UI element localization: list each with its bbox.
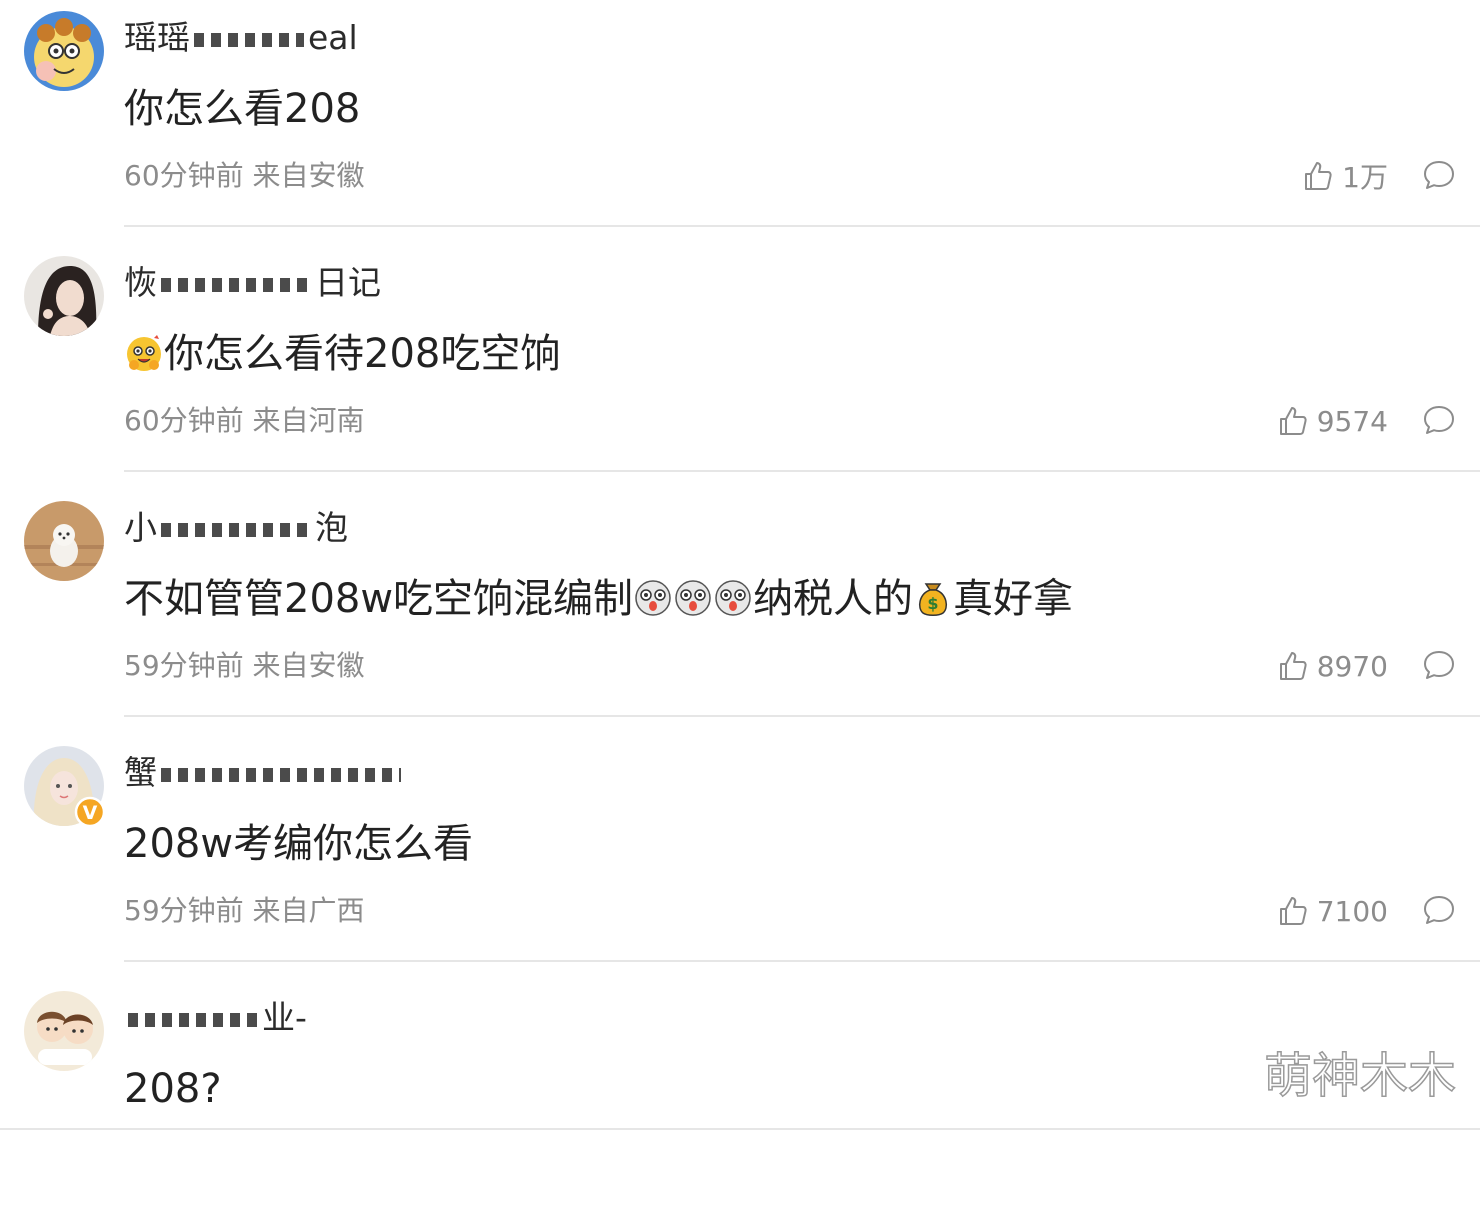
like-button[interactable]: 9574 [1277,401,1388,441]
like-count: 1万 [1342,161,1388,194]
reply-button[interactable] [1422,893,1456,931]
hug-emoji-icon [124,333,164,373]
comment-meta: 60分钟前 来自安徽 [124,156,365,196]
comment-item: 瑶瑶 eal 你怎么看208 60分钟前 来自安徽 1万 [0,0,1480,245]
reply-button[interactable] [1422,648,1456,686]
comment-text: 208? [124,1066,222,1112]
comment-bubble-icon [1424,406,1454,434]
username-redacted [161,767,401,782]
thumbs-up-icon [1279,407,1307,435]
comment-time: 59分钟前 [124,894,244,927]
comment-bubble-icon [1424,896,1454,924]
reply-button[interactable] [1422,158,1456,196]
comment-time: 59分钟前 [124,649,244,682]
username-redacted [194,32,304,47]
comment-location: 来自广西 [252,894,365,927]
username[interactable]: 瑶瑶 eal [124,18,358,58]
username[interactable]: 恢 日记 [124,263,381,303]
thumbs-up-icon [1305,162,1332,190]
comment-location: 来自安徽 [252,159,365,192]
like-count: 9574 [1316,404,1388,438]
avatar[interactable] [24,256,104,336]
username-redacted [161,277,311,292]
comment-text: 208w考编你怎么看 [124,821,474,867]
cartoon-avatar-icon [24,11,104,91]
like-button[interactable]: 8970 [1277,646,1388,686]
reply-button[interactable] [1422,403,1456,441]
dog-emoji-icon [633,578,673,618]
comment-item: 小泡 不如管管208w吃空饷混编制 纳税人的 $ 真好拿 59分钟前 来自安徽 … [0,490,1480,735]
verified-badge: V [74,796,106,832]
like-count: 7100 [1316,894,1388,928]
divider [124,715,1480,717]
username-redacted [161,522,311,537]
thumbs-up-icon [1279,652,1307,680]
comment-text-part2: 纳税人的 [753,576,914,622]
watermark: 萌神木木 [1263,1047,1457,1105]
comment-text-part3: 真好拿 [953,576,1074,622]
username[interactable]: 蟹 [124,753,405,793]
comment-text-part1: 不如管管208w吃空饷混编制 [124,576,634,622]
username-visible-end: eal [308,18,358,57]
dog-emoji-icon [713,578,753,618]
divider [124,470,1480,472]
avatar[interactable] [24,991,104,1071]
comment-bubble-icon [1424,651,1454,679]
couple-cartoon-avatar-icon [24,991,104,1071]
username-visible-end: 业- [262,998,307,1037]
comment-text-body: 你怎么看待208吃空饷 [164,331,561,377]
like-count: 8970 [1316,649,1388,683]
username-visible-start: 恢 [124,263,157,302]
dog-emoji-icon [673,578,713,618]
username-redacted [128,1012,258,1027]
comment-text: 不如管管208w吃空饷混编制 纳税人的 $ 真好拿 [124,574,1073,624]
username-visible-start: 蟹 [124,753,157,792]
divider [124,225,1480,227]
verified-mark: V [83,802,98,824]
divider [0,1128,1480,1130]
like-button[interactable]: 1万 [1302,156,1388,196]
username[interactable]: 小泡 [124,508,348,548]
username-visible-end: 日记 [315,263,381,302]
comment-item: 恢 日记 你怎么看待208吃空饷 60分钟前 来自河南 9574 [0,245,1480,490]
like-button[interactable]: 7100 [1277,891,1388,931]
girl-portrait-avatar-icon [24,256,104,336]
username-visible-start: 小 [124,508,157,547]
avatar[interactable] [24,11,104,91]
white-dog-avatar-icon [24,501,104,581]
username-visible-end: 泡 [315,508,348,547]
comment-meta: 60分钟前 来自河南 [124,401,365,441]
comment-text: 你怎么看待208吃空饷 [124,329,560,379]
divider [124,960,1480,962]
avatar[interactable] [24,501,104,581]
money-bag-emoji-icon: $ [913,578,953,618]
comment-meta: 59分钟前 来自安徽 [124,646,365,686]
comment-bubble-icon [1424,161,1454,189]
verified-icon: V [74,796,106,828]
thumbs-up-icon [1279,897,1307,925]
username[interactable]: 业- [124,998,307,1038]
comment-text: 你怎么看208 [124,86,361,132]
comment-item: 业- 208? [0,980,1480,1225]
comment-item: 蟹 208w考编你怎么看 59分钟前 来自广西 7100 [0,735,1480,980]
username-visible-start: 瑶瑶 [124,18,190,57]
comment-location: 来自安徽 [252,649,365,682]
comment-location: 来自河南 [252,404,365,437]
comment-time: 60分钟前 [124,404,244,437]
svg-text:$: $ [927,594,938,613]
comment-time: 60分钟前 [124,159,244,192]
comment-meta: 59分钟前 来自广西 [124,891,365,931]
